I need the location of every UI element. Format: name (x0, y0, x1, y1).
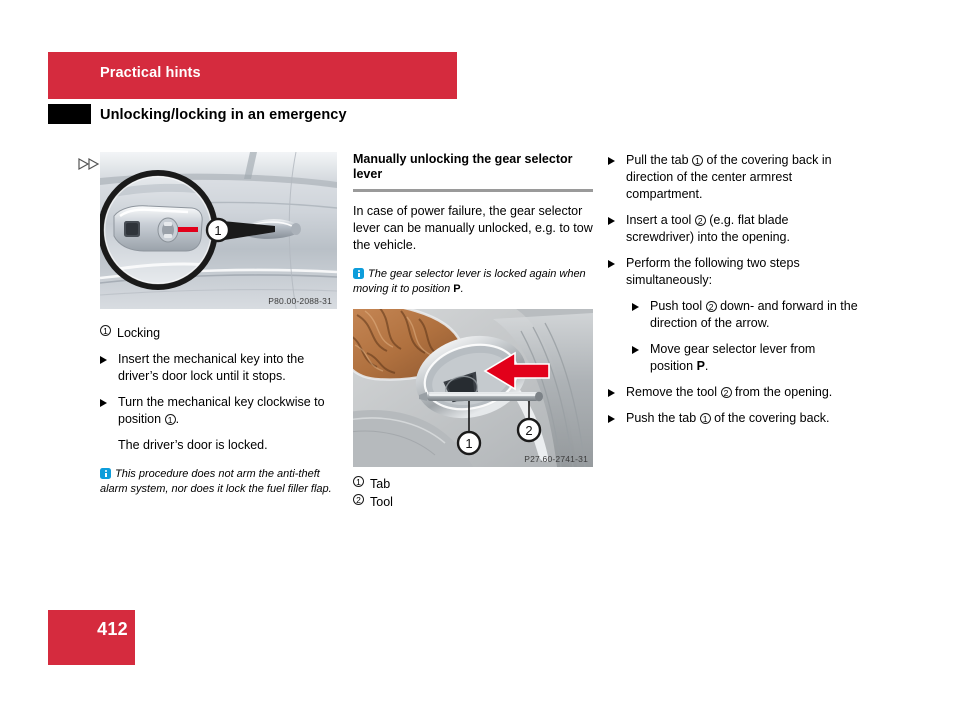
step-text-fragment: Push the tab (626, 411, 700, 425)
step-text-fragment: . (704, 359, 709, 373)
info-icon (353, 268, 364, 279)
legend-label: Tool (370, 495, 393, 509)
info-icon (100, 468, 111, 479)
gear-position-label: P (696, 359, 705, 373)
bullet-triangle-icon (608, 217, 615, 225)
middle-column: Manually unlocking the gear selector lev… (353, 152, 593, 512)
instruction-step: Turn the mechanical key clockwise to pos… (100, 394, 340, 428)
bullet-triangle-icon (632, 303, 639, 311)
door-lock-figure: 1 P80.00-2088-31 (100, 152, 337, 309)
gear-selector-figure: 1 2 P27.60-2741-31 (353, 309, 593, 467)
svg-text:1: 1 (214, 223, 221, 238)
instruction-step: Remove the tool 2 from the opening. (608, 384, 860, 401)
callout-number: 1 (100, 325, 111, 336)
bullet-triangle-icon (608, 260, 615, 268)
note-text: The gear selector lever is locked again … (353, 268, 586, 295)
legend-item: 1 Locking (100, 325, 340, 342)
figure-caption-console: P27.60-2741-31 (524, 454, 588, 464)
bullet-triangle-icon (608, 157, 615, 165)
middle-column-note: The gear selector lever is locked again … (353, 267, 593, 296)
bullet-triangle-icon (632, 346, 639, 354)
step-text-fragment: Insert a tool (626, 213, 695, 227)
step-text-fragment: Remove the tool (626, 385, 721, 399)
step-text-fragment: Move gear selector lever from position (650, 342, 816, 373)
instruction-step: Insert the mechanical key into the drive… (100, 351, 340, 385)
section-title: Unlocking/locking in an emergency (100, 107, 347, 123)
instruction-step: Push the tab 1 of the covering back. (608, 410, 860, 427)
left-column-text: 1 Locking Insert the mechanical key into… (100, 325, 340, 496)
step-text: Move gear selector lever from position P… (650, 341, 860, 375)
right-column: Pull the tab 1 of the covering back in d… (608, 152, 860, 427)
step-text: Remove the tool 2 from the opening. (626, 384, 860, 401)
callout-number: 2 (705, 300, 717, 312)
subsection-heading: Manually unlocking the gear selector lev… (353, 152, 573, 181)
instruction-step: Perform the following two steps simultan… (608, 255, 860, 289)
callout-number: 1 (164, 413, 176, 425)
figure-caption-door: P80.00-2088-31 (268, 296, 332, 306)
middle-column-legend: 1 Tab 2 Tool (353, 476, 593, 511)
step-text: Insert the mechanical key into the drive… (118, 352, 305, 383)
svg-text:1: 1 (465, 436, 472, 451)
step-text: Pull the tab 1 of the covering back in d… (626, 152, 860, 203)
step-text-fragment: Perform the following two steps simultan… (626, 256, 800, 287)
callout-number: 2 (694, 214, 706, 226)
step-text-fragment: from the opening. (731, 385, 833, 399)
bullet-triangle-icon (100, 399, 107, 407)
bullet-triangle-icon (608, 389, 615, 397)
step-text: Perform the following two steps simultan… (626, 255, 860, 289)
chapter-title: Practical hints (100, 65, 201, 81)
legend-item: 1 Tab (353, 476, 593, 493)
instruction-step: Insert a tool 2 (e.g. flat blade screwdr… (608, 212, 860, 246)
step-text-fragment: Push tool (650, 299, 706, 313)
heading-rule (353, 189, 593, 192)
chapter-header-bar: Practical hints (48, 52, 457, 99)
step-text: Push tool 2 down- and forward in the dir… (650, 298, 860, 332)
bullet-triangle-icon (608, 415, 615, 423)
note-text: This procedure does not arm the anti-the… (100, 468, 332, 495)
page-number-block: 412 (48, 610, 135, 665)
step-text: Turn the mechanical key clockwise to pos… (118, 395, 325, 426)
section-tab-marker (48, 104, 91, 124)
step-text-fragment: Pull the tab (626, 153, 693, 167)
step-result-text: The driver’s door is locked. (118, 438, 268, 452)
instruction-step: Push tool 2 down- and forward in the dir… (632, 298, 860, 332)
step-text: Push the tab 1 of the covering back. (626, 410, 860, 427)
legend-item: 2 Tool (353, 494, 593, 511)
manual-page: Practical hints Unlocking/locking in an … (0, 0, 954, 716)
step-text-fragment: of the covering back. (710, 411, 830, 425)
intro-paragraph: In case of power failure, the gear selec… (353, 204, 593, 252)
page-number: 412 (97, 619, 128, 639)
step-text: Insert a tool 2 (e.g. flat blade screwdr… (626, 212, 860, 246)
callout-number: 1 (692, 154, 704, 166)
callout-number: 2 (353, 494, 364, 505)
bullet-triangle-icon (100, 356, 107, 364)
left-column-note: This procedure does not arm the anti-the… (100, 467, 340, 496)
instruction-step: Move gear selector lever from position P… (632, 341, 860, 375)
callout-number: 2 (720, 386, 732, 398)
svg-text:2: 2 (525, 423, 532, 438)
instruction-step: Pull the tab 1 of the covering back in d… (608, 152, 860, 203)
callout-number: 1 (699, 412, 711, 424)
legend-label: Locking (117, 326, 161, 340)
legend-label: Tab (370, 477, 391, 491)
callout-number: 1 (353, 476, 364, 487)
